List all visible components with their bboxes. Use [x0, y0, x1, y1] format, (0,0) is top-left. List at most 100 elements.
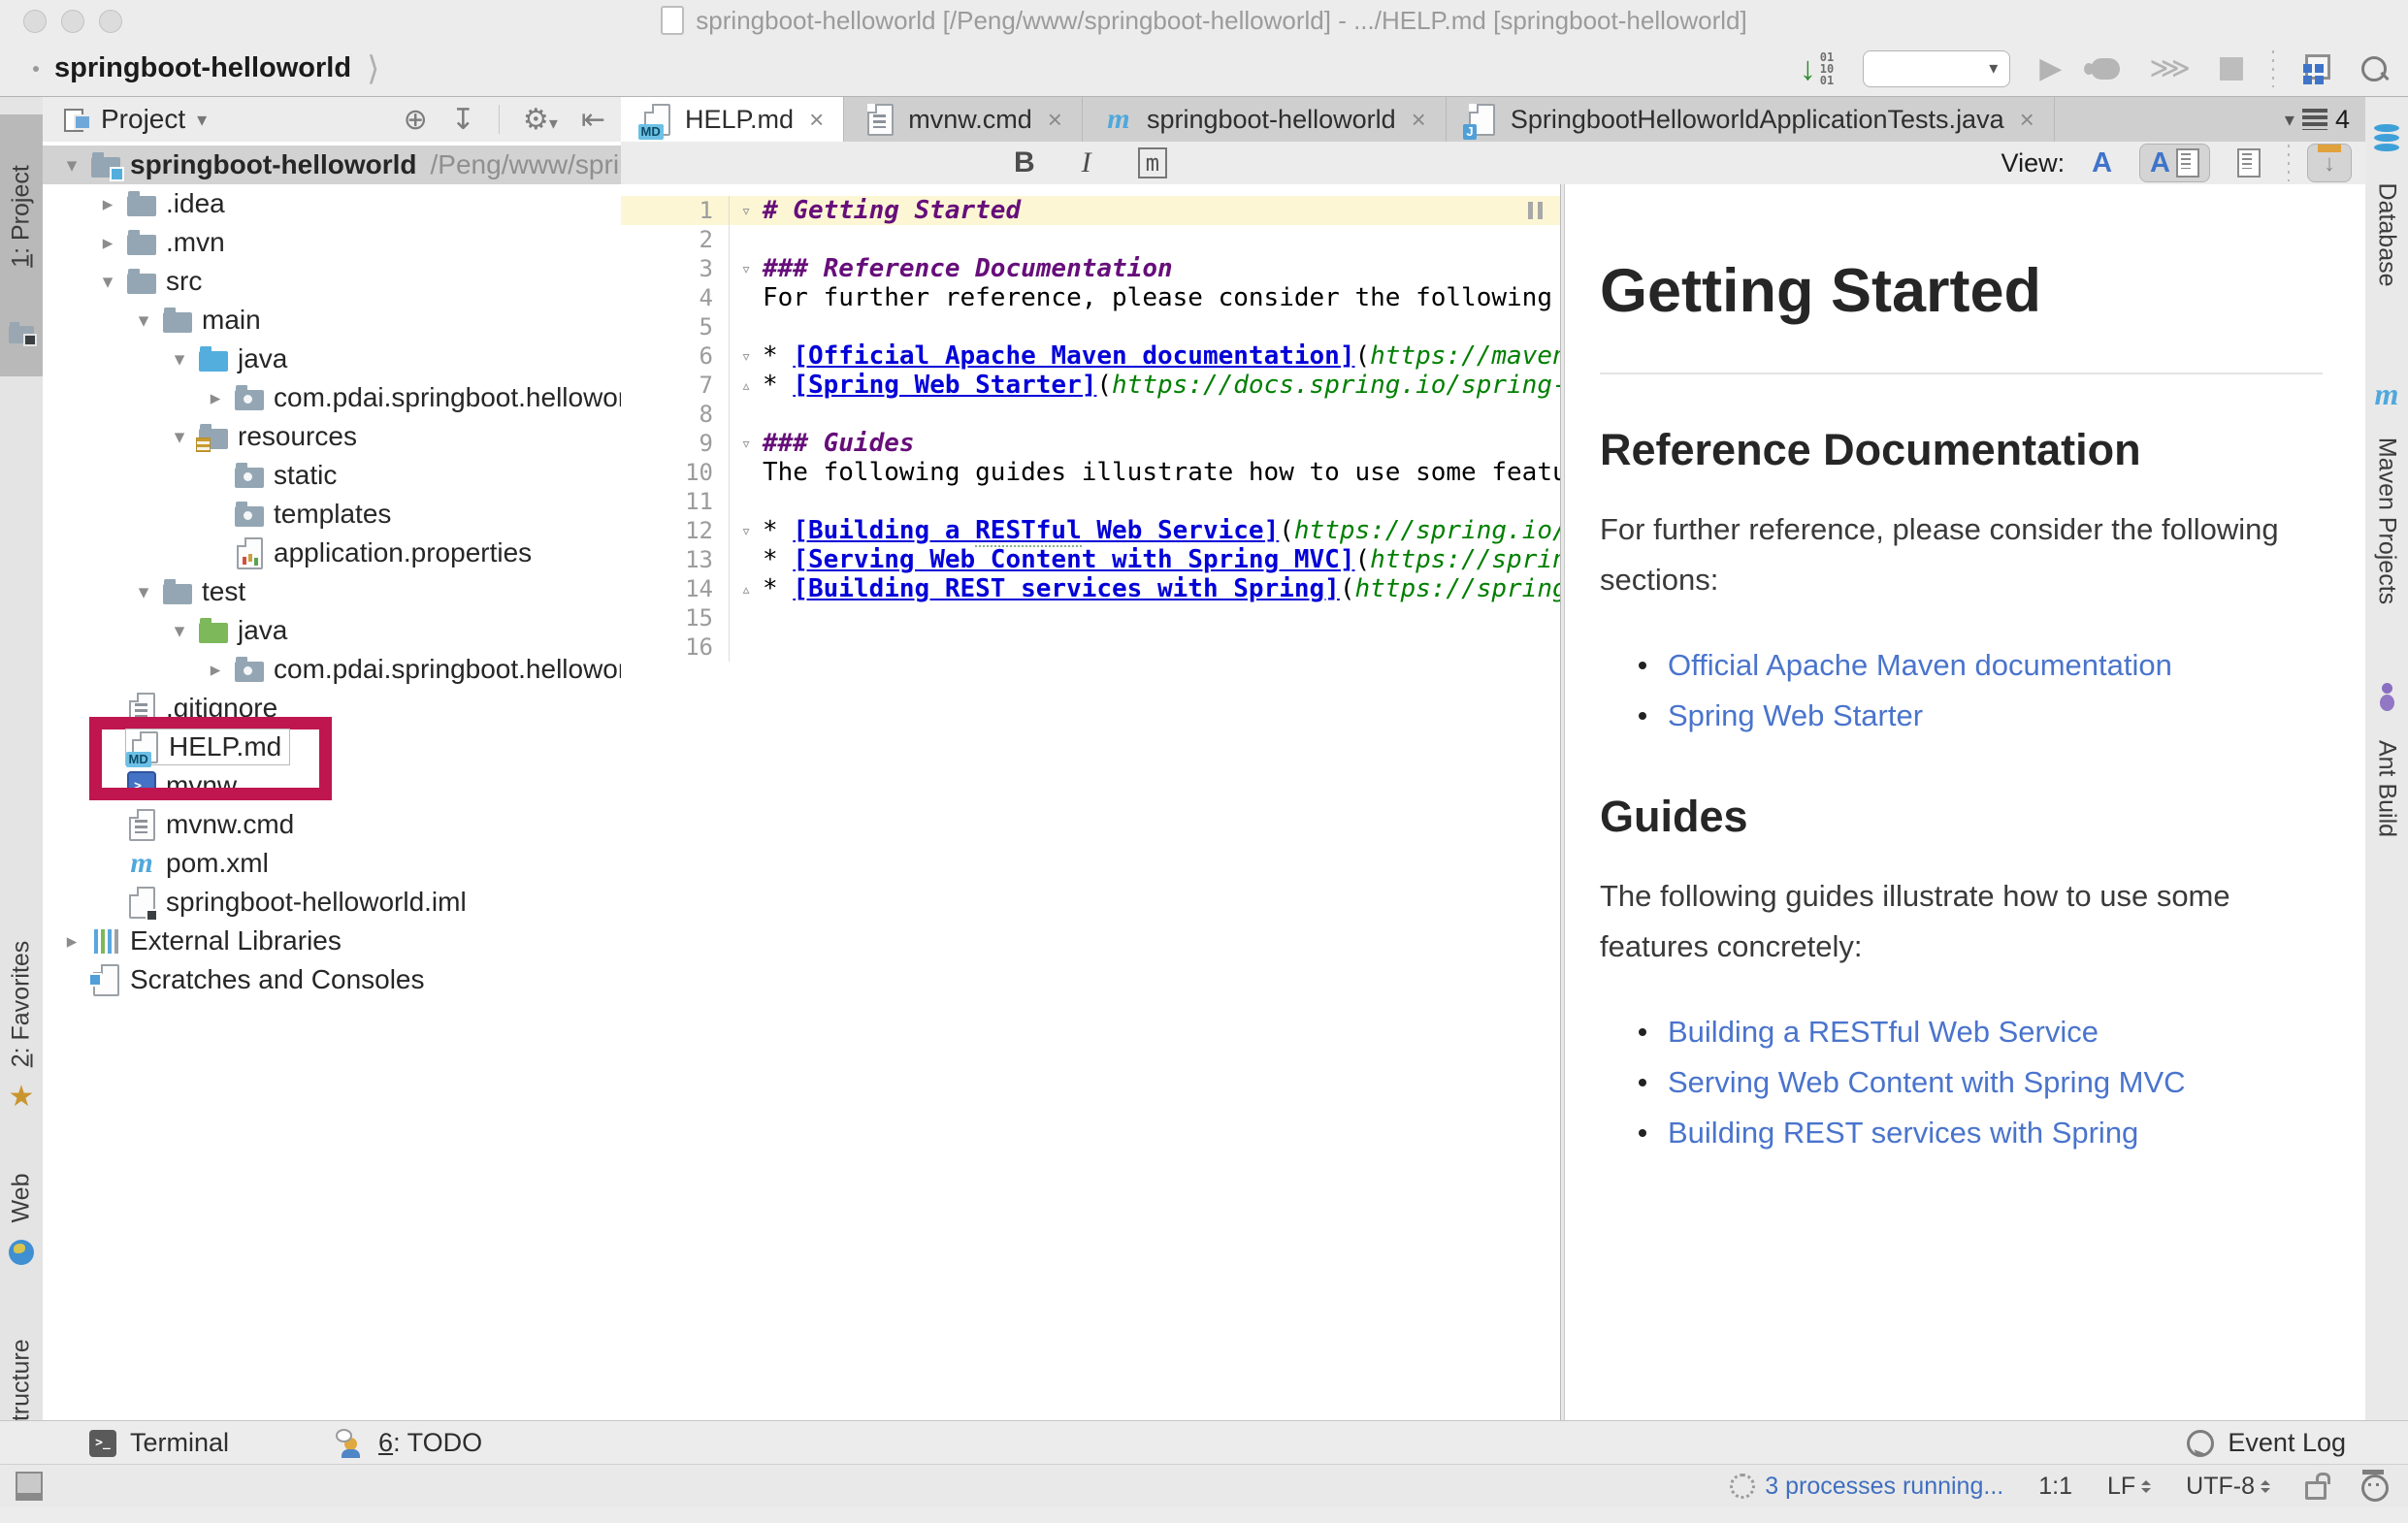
tree-item-springboot-helloworld[interactable]: ▾springboot-helloworld /Peng/www/springb… — [43, 146, 621, 184]
caret-position[interactable]: 1:1 — [2038, 1473, 2072, 1501]
code-line-14[interactable]: 14▵* [Building REST services with Spring… — [621, 574, 1560, 603]
view-preview-only-button[interactable] — [2228, 145, 2270, 181]
hide-panel-button[interactable]: ⇤ — [581, 103, 605, 137]
tree-item-java[interactable]: ▾java — [43, 340, 621, 378]
chevron-down-icon[interactable]: ▾ — [2285, 108, 2294, 132]
preview-link[interactable]: Serving Web Content with Spring MVC — [1668, 1057, 2186, 1108]
line-separator-select[interactable]: LF — [2107, 1473, 2151, 1501]
code-button[interactable]: m — [1138, 147, 1167, 178]
tree-chevron-icon[interactable]: ▾ — [126, 580, 161, 604]
tool-button-ant-build[interactable]: Ant Build — [2365, 679, 2408, 892]
close-tab-icon[interactable]: × — [1048, 105, 1062, 135]
tool-button-project[interactable]: 1: Project — [0, 114, 43, 376]
tool-button-terminal[interactable]: >_ Terminal — [89, 1428, 229, 1458]
inspection-profile-icon[interactable] — [2361, 1474, 2389, 1502]
tool-window-toggle-icon[interactable] — [16, 1472, 43, 1501]
tree-item-static[interactable]: static — [43, 456, 621, 495]
code-line-12[interactable]: 12▿* [Building a RESTful Web Service](ht… — [621, 516, 1560, 545]
settings-gear-button[interactable]: ⚙▾ — [523, 103, 558, 137]
tree-chevron-icon[interactable]: ▾ — [162, 619, 197, 643]
code-line-11[interactable]: 11 — [621, 487, 1560, 516]
hidden-tabs-icon[interactable] — [2302, 109, 2327, 130]
code-line-2[interactable]: 2 — [621, 225, 1560, 254]
tree-chevron-icon[interactable]: ▸ — [54, 929, 89, 954]
tool-button-database[interactable]: Database — [2365, 120, 2408, 363]
breadcrumb[interactable]: springboot-helloworld ⟩ — [33, 49, 379, 88]
encoding-select[interactable]: UTF-8 — [2186, 1473, 2270, 1501]
tree-item-src[interactable]: ▾src — [43, 262, 621, 301]
tree-chevron-icon[interactable]: ▸ — [90, 231, 125, 255]
fold-marker-icon[interactable]: ▿ — [730, 346, 763, 367]
close-tab-icon[interactable]: × — [2020, 105, 2034, 135]
tree-chevron-icon[interactable]: ▾ — [162, 425, 197, 449]
tab-overflow-controls[interactable]: ▾ 4 — [2285, 97, 2365, 142]
lock-icon[interactable] — [2305, 1481, 2327, 1500]
fold-marker-icon[interactable]: ▵ — [730, 579, 763, 599]
tree-item-java[interactable]: ▾java — [43, 611, 621, 650]
fold-marker-icon[interactable]: ▿ — [730, 434, 763, 454]
code-line-8[interactable]: 8 — [621, 400, 1560, 429]
tree-item-com-pdai-springboot-helloworld[interactable]: ▸com.pdai.springboot.helloworld — [43, 378, 621, 417]
tree-item-help-md[interactable]: MDHELP.md — [43, 728, 621, 766]
tree-item--idea[interactable]: ▸.idea — [43, 184, 621, 223]
debug-button[interactable] — [2091, 58, 2120, 80]
italic-button[interactable]: I — [1082, 146, 1091, 179]
tree-chevron-icon[interactable]: ▾ — [54, 153, 89, 178]
code-line-9[interactable]: 9▿### Guides — [621, 429, 1560, 458]
code-line-15[interactable]: 15 — [621, 603, 1560, 632]
code-line-5[interactable]: 5 — [621, 312, 1560, 341]
code-line-3[interactable]: 3▿### Reference Documentation — [621, 254, 1560, 283]
fold-marker-icon[interactable]: ▿ — [730, 201, 763, 221]
view-split-button[interactable]: A — [2139, 144, 2210, 182]
tree-chevron-icon[interactable]: ▸ — [90, 192, 125, 216]
tool-button-todo[interactable]: 6: TODO — [336, 1428, 482, 1458]
background-processes-link[interactable]: 3 processes running... — [1730, 1473, 2003, 1501]
tree-chevron-icon[interactable]: ▸ — [198, 386, 233, 410]
fold-marker-icon[interactable]: ▿ — [730, 259, 763, 279]
markdown-preview-pane[interactable]: Getting Started Reference Documentation … — [1565, 184, 2365, 1420]
window-controls[interactable] — [23, 10, 122, 33]
tree-item--mvn[interactable]: ▸.mvn — [43, 223, 621, 262]
tree-item-external-libraries[interactable]: ▸External Libraries — [43, 922, 621, 960]
tree-chevron-icon[interactable]: ▸ — [198, 658, 233, 682]
close-window-button[interactable] — [23, 10, 47, 33]
tree-item-scratches-and-consoles[interactable]: Scratches and Consoles — [43, 960, 621, 999]
tree-item-main[interactable]: ▾main — [43, 301, 621, 340]
collapse-all-button[interactable]: ↧ — [451, 103, 475, 137]
close-tab-icon[interactable]: × — [1412, 105, 1426, 135]
tree-item-resources[interactable]: ▾resources — [43, 417, 621, 456]
markdown-source-editor[interactable]: 1▿# Getting Started23▿### Reference Docu… — [621, 184, 1560, 1420]
minimize-window-button[interactable] — [61, 10, 84, 33]
zoom-window-button[interactable] — [99, 10, 122, 33]
tree-item-test[interactable]: ▾test — [43, 572, 621, 611]
tool-button-web[interactable]: Web — [0, 1164, 43, 1290]
locate-file-button[interactable]: ⊕ — [404, 103, 428, 137]
tree-item-pom-xml[interactable]: mpom.xml — [43, 844, 621, 883]
tree-item-springboot-helloworld-iml[interactable]: springboot-helloworld.iml — [43, 883, 621, 922]
tree-item-mvnw-cmd[interactable]: mvnw.cmd — [43, 805, 621, 844]
code-line-1[interactable]: 1▿# Getting Started — [621, 196, 1560, 225]
tool-button-maven-projects[interactable]: m Maven Projects — [2365, 378, 2408, 660]
editor-tab-mvnw-cmd[interactable]: mvnw.cmd× — [844, 97, 1083, 142]
tree-item-application-properties[interactable]: application.properties — [43, 534, 621, 572]
preview-link[interactable]: Building REST services with Spring — [1668, 1108, 2138, 1158]
tool-button-favorites[interactable]: 2: Favorites ★ — [0, 931, 43, 1125]
tree-chevron-icon[interactable]: ▾ — [90, 270, 125, 294]
run-button[interactable]: ▶ — [2039, 54, 2062, 83]
editor-tab-help-md[interactable]: MDHELP.md× — [621, 97, 844, 142]
stop-button[interactable] — [2220, 57, 2243, 81]
close-tab-icon[interactable]: × — [809, 105, 824, 135]
preview-link[interactable]: Building a RESTful Web Service — [1668, 1007, 2099, 1057]
update-project-button[interactable]: ↓ 011001 — [1800, 51, 1834, 86]
tree-item-templates[interactable]: templates — [43, 495, 621, 534]
code-line-4[interactable]: 4For further reference, please consider … — [621, 283, 1560, 312]
chevron-down-icon[interactable]: ▾ — [197, 108, 207, 132]
editor-tab-springboot-helloworld[interactable]: mspringboot-helloworld× — [1083, 97, 1447, 142]
code-line-7[interactable]: 7▵* [Spring Web Starter](https://docs.sp… — [621, 371, 1560, 400]
preview-link[interactable]: Official Apache Maven documentation — [1668, 640, 2172, 691]
code-line-16[interactable]: 16 — [621, 632, 1560, 662]
auto-scroll-button[interactable]: ↓ — [2307, 144, 2352, 182]
run-configuration-select[interactable]: ▾ — [1863, 50, 2010, 87]
project-panel-title[interactable]: Project — [101, 104, 185, 135]
editor-tab-springboothelloworldapplicationtests-java[interactable]: JSpringbootHelloworldApplicationTests.ja… — [1447, 97, 2055, 142]
